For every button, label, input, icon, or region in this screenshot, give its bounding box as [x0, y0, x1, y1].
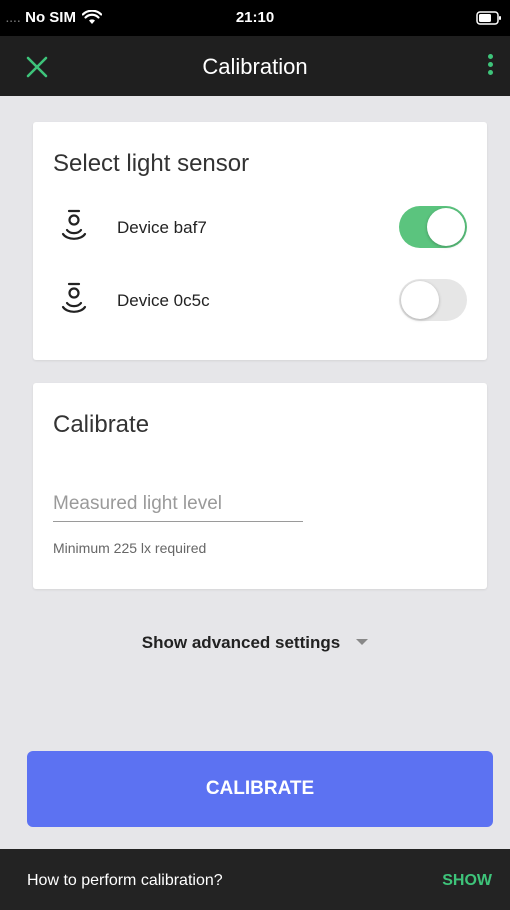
light-sensor-icon: [61, 209, 87, 240]
device-row: Device 0c5c: [33, 277, 487, 327]
advanced-settings-label: Show advanced settings: [141, 633, 341, 652]
more-vert-icon[interactable]: [482, 51, 498, 81]
status-bar: .... No SIM 21:10: [0, 0, 510, 36]
calibrate-button[interactable]: CALIBRATE: [27, 751, 493, 827]
snackbar: How to perform calibration? SHOW: [0, 849, 510, 910]
helper-text: Minimum 225 lx required: [53, 540, 207, 556]
advanced-settings-toggle[interactable]: Show advanced settings: [0, 633, 510, 653]
calibration-screen: .... No SIM 21:10 Calibration Select lig…: [0, 0, 510, 910]
snackbar-text: How to perform calibration?: [27, 872, 223, 889]
toggle-knob: [427, 208, 465, 246]
more-dot: [487, 70, 493, 75]
device-label: Device 0c5c: [117, 291, 210, 310]
battery-icon: [476, 11, 501, 25]
app-toolbar: Calibration: [0, 36, 510, 96]
toggle-knob: [401, 281, 439, 319]
device-toggle[interactable]: [399, 279, 467, 321]
calibrate-card-title: Calibrate: [53, 411, 150, 438]
light-sensor-icon: [61, 282, 87, 313]
caret-down-icon: [356, 639, 369, 645]
measured-light-input[interactable]: [53, 486, 303, 522]
device-label: Device baf7: [117, 218, 207, 237]
device-toggle[interactable]: [399, 206, 467, 248]
status-time: 21:10: [235, 9, 275, 26]
snackbar-show-button[interactable]: SHOW: [442, 872, 492, 890]
page-title: Calibration: [202, 54, 308, 79]
more-dot: [487, 62, 493, 67]
sensor-card-title: Select light sensor: [53, 150, 250, 177]
more-dot: [487, 54, 493, 59]
sensor-select-card: Select light sensor Device baf7 Device 0…: [33, 122, 487, 360]
device-row: Device baf7: [33, 204, 487, 254]
calibrate-card: Calibrate Minimum 225 lx required: [33, 383, 487, 589]
